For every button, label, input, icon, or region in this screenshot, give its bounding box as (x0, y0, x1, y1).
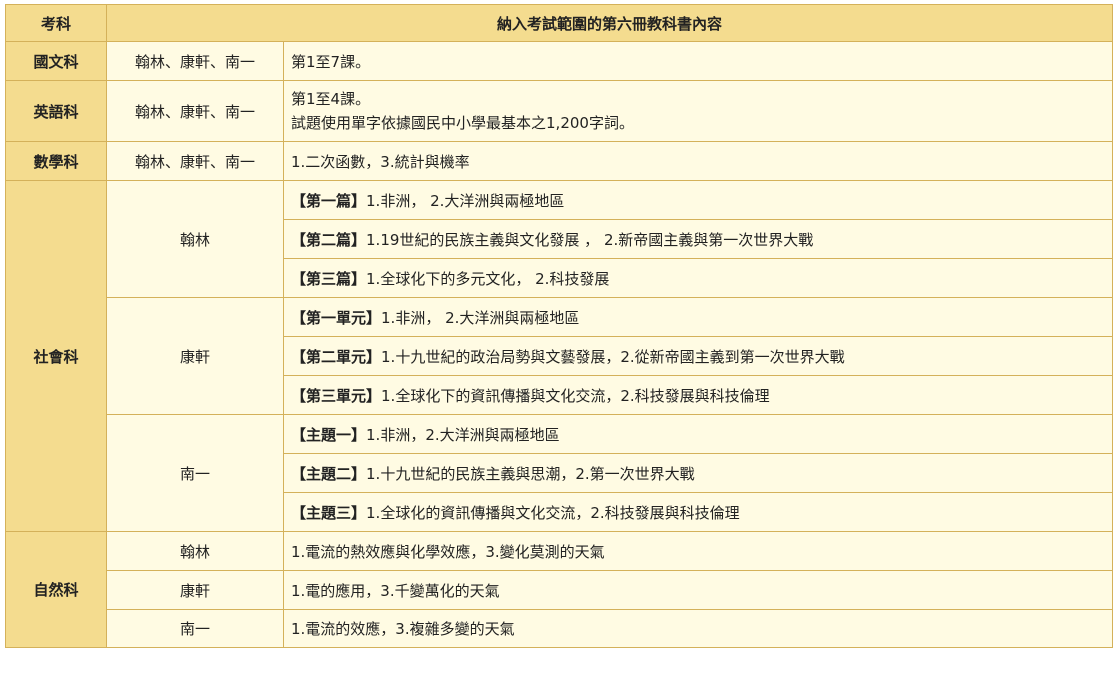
publishers-math: 翰林、康軒、南一 (106, 141, 284, 181)
content-social-item: 【第一篇】1.非洲， 2.大洋洲與兩極地區 (282, 180, 1114, 220)
content-english-line1: 第1至4課。 (291, 90, 371, 108)
table-row: 南一 【主題一】1.非洲，2.大洋洲與兩極地區 (6, 414, 1114, 532)
item-text: 1.十九世紀的政治局勢與文藝發展，2.從新帝國主義到第一次世界大戰 (381, 347, 845, 366)
header-row: 考科 納入考試範圍的第六冊教科書內容 (5, 4, 1114, 42)
item-text: 1.非洲， 2.大洋洲與兩極地區 (366, 191, 565, 210)
content-social-item: 【主題二】1.十九世紀的民族主義與思潮，2.第一次世界大戰 (282, 453, 1114, 493)
content-social-item: 【主題一】1.非洲，2.大洋洲與兩極地區 (282, 414, 1114, 454)
item-tag: 【主題三】 (291, 503, 367, 522)
subject-chinese: 國文科 (5, 41, 107, 81)
content-science-kangxuan: 1.電的應用，3.千變萬化的天氣 (282, 570, 1114, 610)
subject-english: 英語科 (5, 80, 107, 142)
publisher-social-nanyi: 南一 (106, 414, 284, 532)
publisher-science-kangxuan: 康軒 (106, 570, 284, 610)
item-text: 1.十九世紀的民族主義與思潮，2.第一次世界大戰 (366, 464, 695, 483)
subject-math: 數學科 (5, 141, 107, 181)
table-row: 數學科 翰林、康軒、南一 1.二次函數，3.統計與機率 (5, 141, 1114, 181)
publishers-english: 翰林、康軒、南一 (106, 80, 284, 142)
item-tag: 【第三單元】 (291, 386, 382, 405)
item-text: 1.全球化下的資訊傳播與文化交流，2.科技發展與科技倫理 (381, 386, 770, 405)
item-tag: 【主題二】 (291, 464, 367, 483)
header-content: 納入考試範圍的第六冊教科書內容 (105, 4, 1114, 42)
table-row: 國文科 翰林、康軒、南一 第1至7課。 (5, 41, 1114, 81)
table-row: 自然科 翰林 1.電流的熱效應與化學效應，3.變化莫測的天氣 (5, 531, 1114, 648)
table-row: 南一 1.電流的效應，3.複雜多變的天氣 (6, 609, 1114, 648)
table-row: 社會科 翰林 【第一篇】1.非洲， 2.大洋洲與兩極地區 (5, 180, 1114, 532)
subject-science: 自然科 (5, 531, 107, 648)
item-text: 1.全球化下的多元文化， 2.科技發展 (366, 269, 610, 288)
item-tag: 【第一篇】 (291, 191, 367, 210)
content-social-item: 【第一單元】1.非洲， 2.大洋洲與兩極地區 (282, 297, 1114, 337)
content-math: 1.二次函數，3.統計與機率 (282, 141, 1114, 181)
exam-scope-table: 考科 納入考試範圍的第六冊教科書內容 國文科 翰林、康軒、南一 第1至7課。 英… (5, 4, 1114, 648)
table-row: 康軒 1.電的應用，3.千變萬化的天氣 (6, 570, 1114, 610)
content-science-nanyi: 1.電流的效應，3.複雜多變的天氣 (282, 609, 1114, 648)
content-social-item: 【第三篇】1.全球化下的多元文化， 2.科技發展 (282, 258, 1114, 298)
content-social-item: 【第二單元】1.十九世紀的政治局勢與文藝發展，2.從新帝國主義到第一次世界大戰 (282, 336, 1114, 376)
item-tag: 【主題一】 (291, 425, 367, 444)
item-tag: 【第二單元】 (291, 347, 382, 366)
content-social-item: 【主題三】1.全球化的資訊傳播與文化交流，2.科技發展與科技倫理 (282, 492, 1114, 532)
item-tag: 【第三篇】 (291, 269, 367, 288)
content-english-line2: 試題使用單字依據國民中小學最基本之1,200字詞。 (291, 114, 634, 132)
item-text: 1.19世紀的民族主義與文化發展 ， 2.新帝國主義與第一次世界大戰 (366, 230, 814, 249)
publisher-science-hanlin: 翰林 (106, 531, 284, 571)
item-text: 1.非洲， 2.大洋洲與兩極地區 (381, 308, 580, 327)
content-science-hanlin: 1.電流的熱效應與化學效應，3.變化莫測的天氣 (282, 531, 1114, 571)
table-row: 英語科 翰林、康軒、南一 第1至4課。 試題使用單字依據國民中小學最基本之1,2… (5, 80, 1114, 142)
publisher-social-kangxuan: 康軒 (106, 297, 284, 415)
publisher-social-hanlin: 翰林 (106, 180, 284, 298)
item-text: 1.非洲，2.大洋洲與兩極地區 (366, 425, 560, 444)
item-text: 1.全球化的資訊傳播與文化交流，2.科技發展與科技倫理 (366, 503, 740, 522)
header-subject: 考科 (5, 4, 107, 42)
publishers-chinese: 翰林、康軒、南一 (106, 41, 284, 81)
content-chinese: 第1至7課。 (282, 41, 1114, 81)
item-tag: 【第一單元】 (291, 308, 382, 327)
content-english: 第1至4課。 試題使用單字依據國民中小學最基本之1,200字詞。 (282, 80, 1114, 142)
content-social-item: 【第二篇】1.19世紀的民族主義與文化發展 ， 2.新帝國主義與第一次世界大戰 (282, 219, 1114, 259)
content-social-item: 【第三單元】1.全球化下的資訊傳播與文化交流，2.科技發展與科技倫理 (282, 375, 1114, 415)
item-tag: 【第二篇】 (291, 230, 367, 249)
publisher-science-nanyi: 南一 (106, 609, 284, 648)
subject-social: 社會科 (5, 180, 107, 532)
table-row: 康軒 【第一單元】1.非洲， 2.大洋洲與兩極地區 (6, 297, 1114, 415)
